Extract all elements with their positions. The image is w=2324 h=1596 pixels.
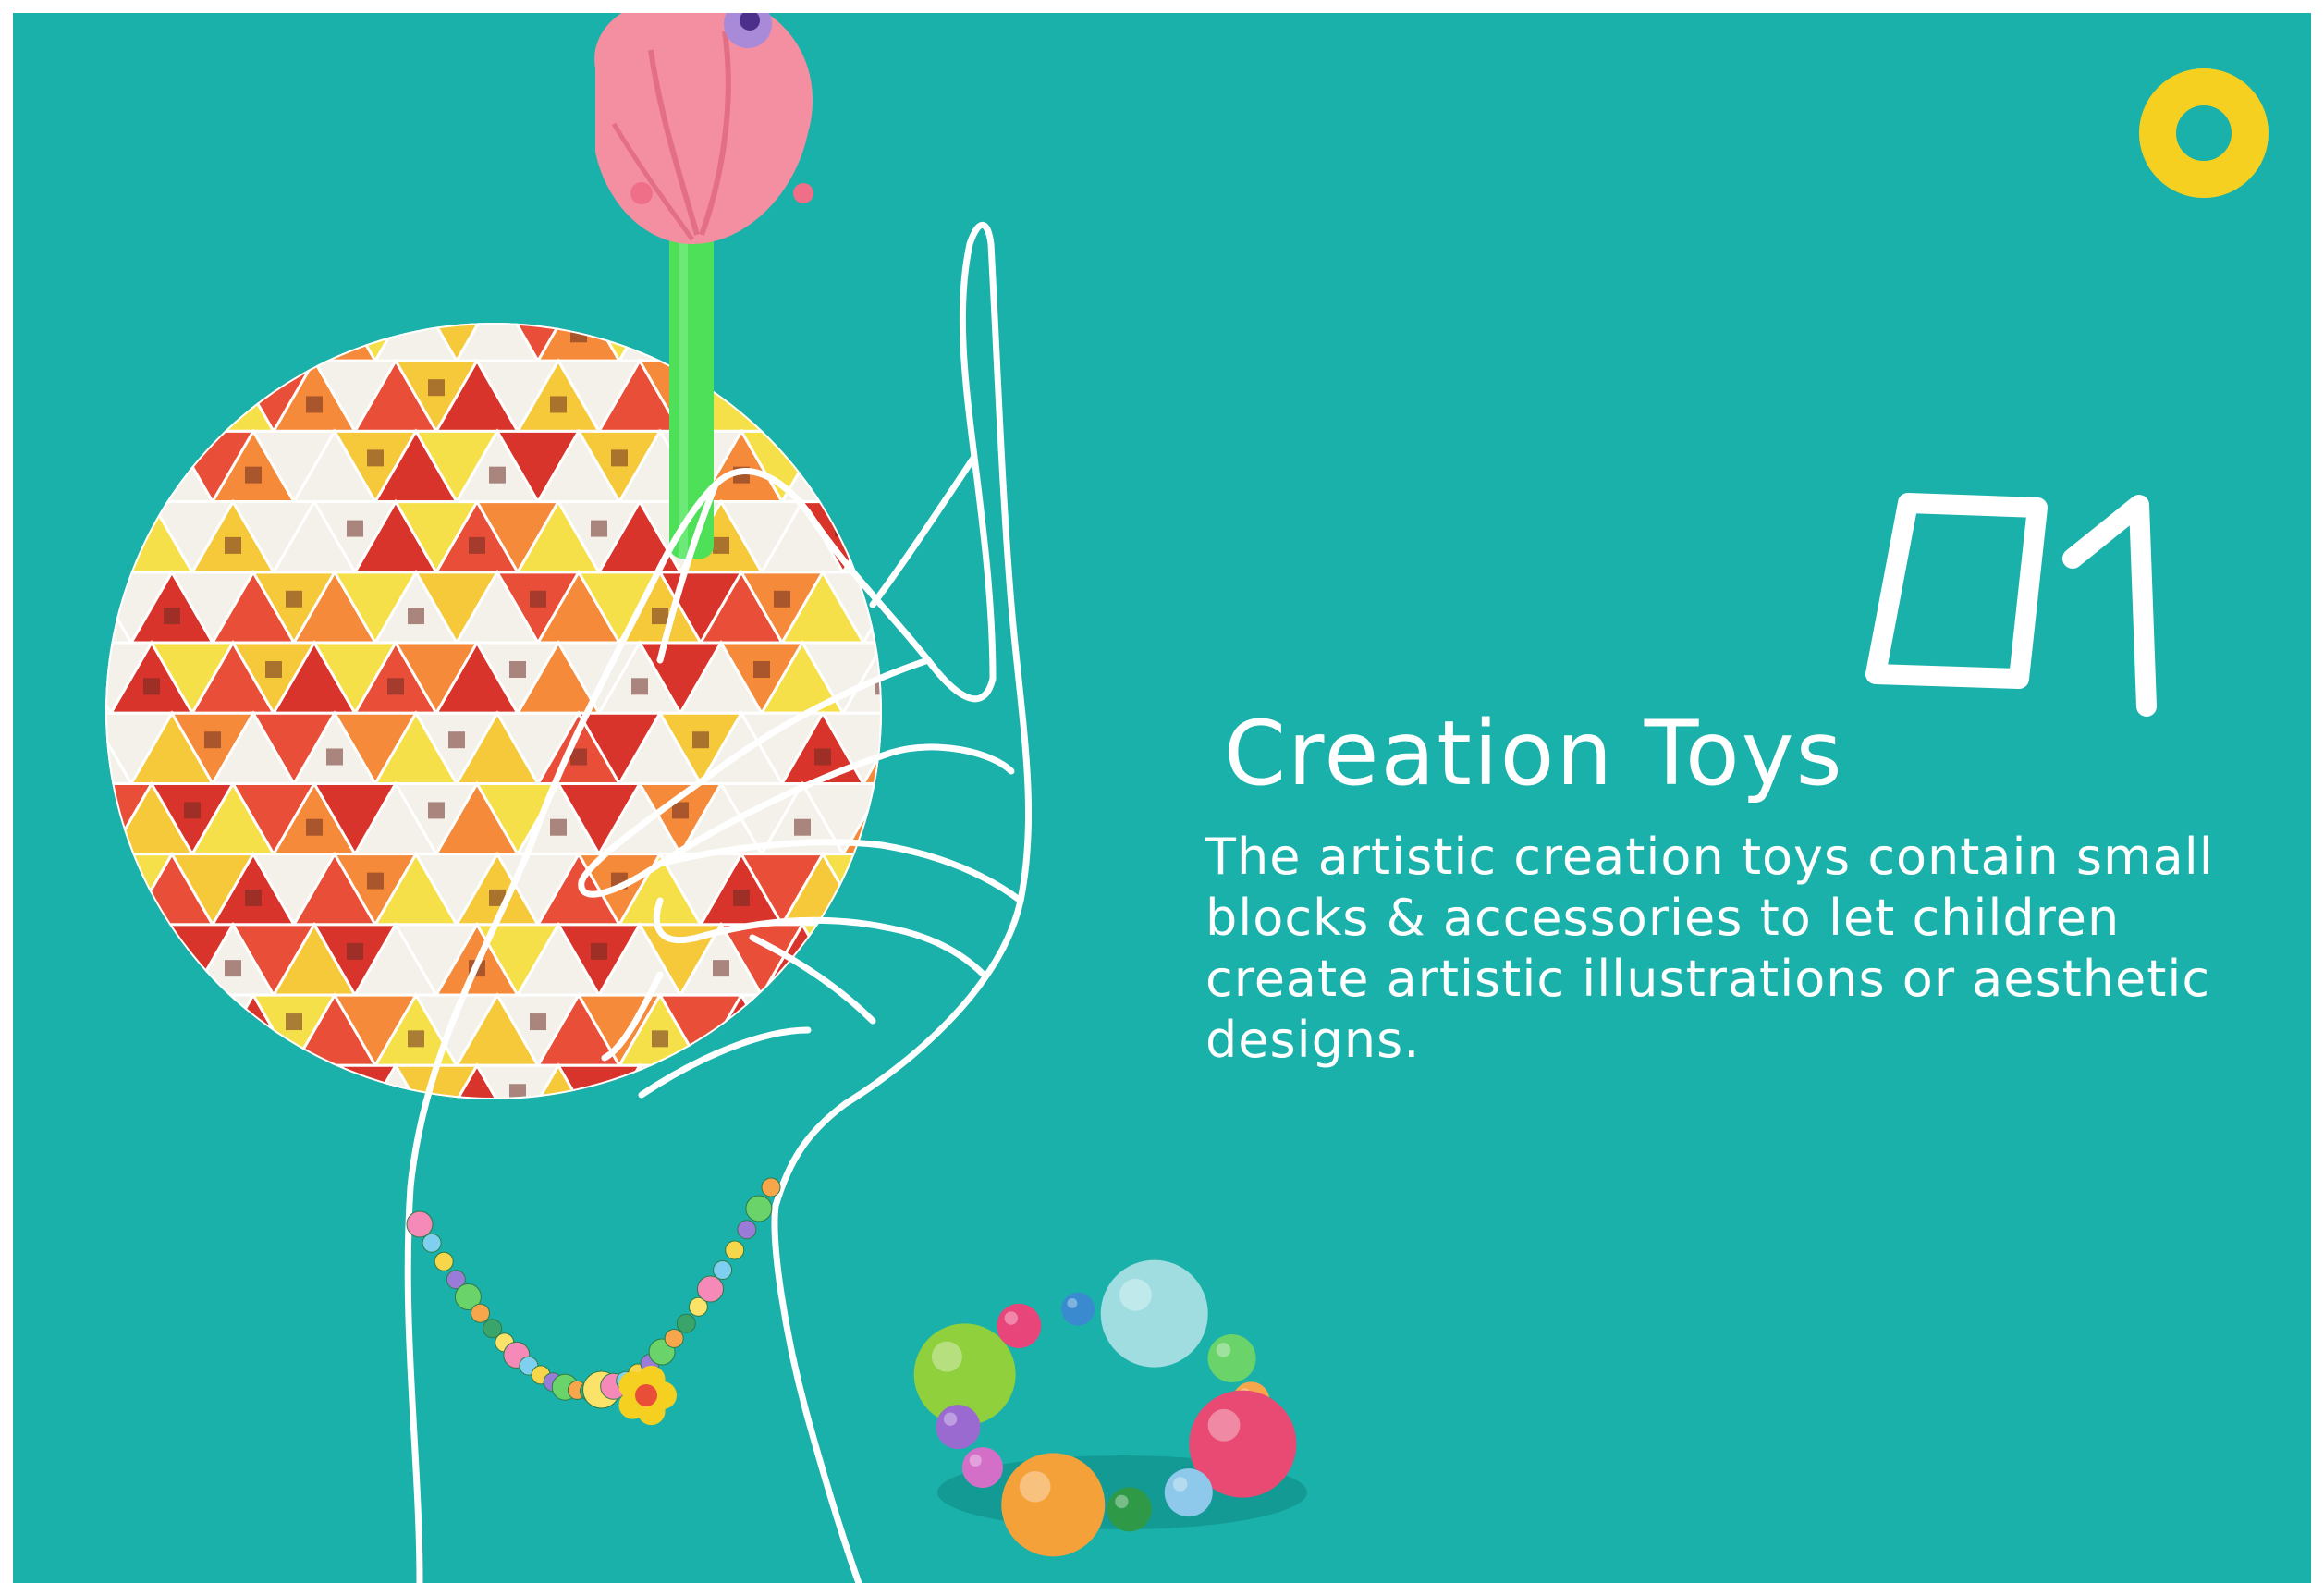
slide-number: 01 bbox=[1865, 493, 2157, 717]
page-description: The artistic creation toys contain small… bbox=[1205, 828, 2214, 1069]
bead-bracelet bbox=[406, 1177, 781, 1426]
bead-ring-toy bbox=[913, 1259, 1307, 1557]
illustration bbox=[105, 13, 1307, 1583]
page-title: Creation Toys bbox=[1224, 702, 1844, 805]
yellow-ring-icon bbox=[2139, 68, 2269, 198]
mosaic-disc bbox=[105, 323, 882, 1099]
slide-canvas: 01 Creation Toys The artistic creation t… bbox=[13, 13, 2311, 1583]
